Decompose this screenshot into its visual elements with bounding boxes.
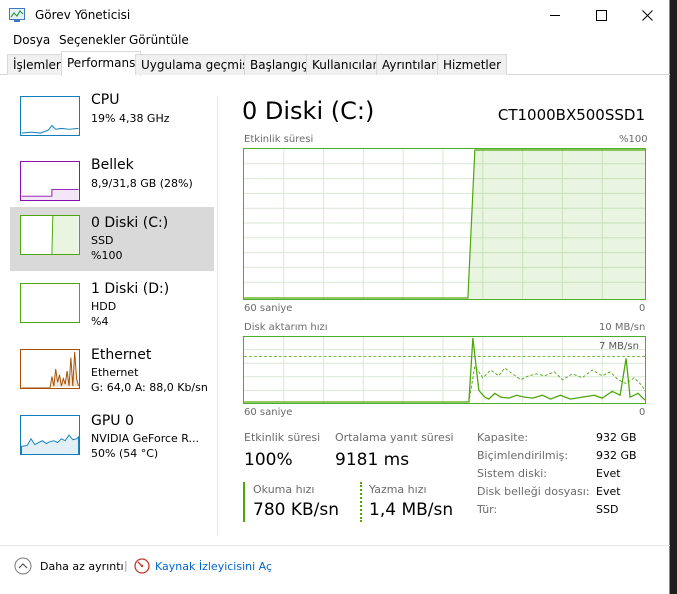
activity-time-label: Etkinlik süresi xyxy=(244,431,321,444)
chevron-up-icon[interactable] xyxy=(14,557,32,575)
fewer-details-link[interactable]: Daha az ayrıntı xyxy=(40,560,124,573)
disk-d-thumbnail-graph xyxy=(20,283,80,323)
resource-sidebar: CPU 19% 4,38 GHz Bellek 8,9/31,8 GB (28%… xyxy=(0,76,220,536)
sidebar-item-detail: HDD xyxy=(91,300,117,313)
activity-graph-x-left: 60 saniye xyxy=(244,303,293,314)
disk-c-thumbnail-graph xyxy=(20,215,80,255)
sidebar-item-label: CPU xyxy=(91,92,120,108)
read-rate-value: 780 KB/sn xyxy=(253,500,340,520)
sidebar-item-label: Bellek xyxy=(91,157,134,173)
window-title: Görev Yöneticisi xyxy=(35,8,131,22)
sidebar-item-usage: %100 xyxy=(91,249,123,262)
system-disk-value: Evet xyxy=(596,467,621,480)
write-rate-value: 1,4 MB/sn xyxy=(369,500,454,520)
menu-goruntule[interactable]: Görüntüle xyxy=(129,33,189,47)
tab-islemler[interactable]: İşlemler xyxy=(7,54,67,75)
sidebar-item-ethernet[interactable]: Ethernet Ethernet G: 64,0 A: 88,0 Kb/sn xyxy=(10,347,214,411)
maximize-icon xyxy=(595,9,607,21)
sidebar-item-usage: %4 xyxy=(91,315,109,328)
menu-bar: Dosya Seçenekler Görüntüle xyxy=(0,30,670,50)
sidebar-item-label: GPU 0 xyxy=(91,413,134,429)
sidebar-item-disk-d[interactable]: 1 Diski (D:) HDD %4 xyxy=(10,281,214,345)
tab-bar: İşlemler Performans Uygulama geçmişi Baş… xyxy=(0,51,670,76)
footer-separator: | xyxy=(124,559,128,572)
cpu-thumbnail-graph xyxy=(20,96,80,136)
gpu-thumbnail-graph xyxy=(20,415,80,455)
tab-uygulama-gecmisi[interactable]: Uygulama geçmişi xyxy=(135,54,258,75)
page-title: 0 Diski (C:) xyxy=(242,97,375,125)
response-time-label: Ortalama yanıt süresi xyxy=(335,431,454,444)
menu-dosya[interactable]: Dosya xyxy=(13,33,50,47)
open-resource-monitor-link[interactable]: Kaynak İzleyicisini Aç xyxy=(155,560,272,573)
sidebar-item-label: 0 Diski (C:) xyxy=(91,215,169,231)
sidebar-item-detail: NVIDIA GeForce R... xyxy=(91,432,200,445)
tab-baslangic[interactable]: Başlangıç xyxy=(244,54,314,75)
sidebar-item-detail: 8,9/31,8 GB (28%) xyxy=(91,177,193,190)
resource-monitor-icon[interactable] xyxy=(134,558,150,574)
type-label: Tür: xyxy=(477,503,498,516)
tab-ayrintilar[interactable]: Ayrıntılar xyxy=(376,54,443,75)
read-rate-legend xyxy=(243,482,245,522)
maximize-button[interactable] xyxy=(578,0,624,30)
activity-graph-x-right: 0 xyxy=(639,303,646,314)
sidebar-item-detail: Ethernet xyxy=(91,366,139,379)
ethernet-thumbnail-graph xyxy=(20,349,80,389)
tab-hizmetler[interactable]: Hizmetler xyxy=(437,54,508,75)
minimize-icon xyxy=(549,14,560,16)
read-rate-label: Okuma hızı xyxy=(253,483,315,496)
formatted-label: Biçimlendirilmiş: xyxy=(477,449,569,462)
write-rate-legend xyxy=(360,482,362,522)
minimize-button[interactable] xyxy=(532,0,578,30)
activity-graph-label: Etkinlik süresi xyxy=(244,134,314,145)
task-manager-window: Görev Yöneticisi Dosya Seçenekler Görünt… xyxy=(0,0,670,594)
close-button[interactable] xyxy=(624,0,670,30)
page-file-label: Disk belleği dosyası: xyxy=(477,485,590,498)
footer: Daha az ayrıntı | Kaynak İzleyicisini Aç xyxy=(0,550,670,584)
formatted-value: 932 GB xyxy=(596,449,637,462)
tab-performans[interactable]: Performans xyxy=(61,51,142,76)
page-file-value: Evet xyxy=(596,485,621,498)
transfer-graph-x-right: 0 xyxy=(639,407,646,418)
system-disk-label: Sistem diski: xyxy=(477,467,547,480)
transfer-graph-label: Disk aktarım hızı xyxy=(244,322,328,333)
transfer-graph-x-left: 60 saniye xyxy=(244,407,293,418)
close-icon xyxy=(641,9,653,21)
memory-thumbnail-graph xyxy=(20,161,80,201)
capacity-value: 932 GB xyxy=(596,431,637,444)
sidebar-item-cpu[interactable]: CPU 19% 4,38 GHz xyxy=(10,92,214,156)
write-rate-label: Yazma hızı xyxy=(369,483,427,496)
activity-time-value: 100% xyxy=(244,450,293,470)
sidebar-item-detail: SSD xyxy=(91,234,114,247)
type-value: SSD xyxy=(596,503,619,516)
transfer-rate-graph xyxy=(243,336,646,404)
sidebar-divider xyxy=(217,96,218,536)
title-bar[interactable]: Görev Yöneticisi xyxy=(0,0,670,30)
menu-secenekler[interactable]: Seçenekler xyxy=(59,33,126,47)
activity-graph-max: %100 xyxy=(619,134,648,145)
sidebar-item-label: 1 Diski (D:) xyxy=(91,281,170,297)
sidebar-item-usage: 50% (54 °C) xyxy=(91,447,159,460)
disk-model: CT1000BX500SSD1 xyxy=(497,106,645,124)
sidebar-item-usage: G: 64,0 A: 88,0 Kb/sn xyxy=(91,381,208,394)
sidebar-item-gpu[interactable]: GPU 0 NVIDIA GeForce R... 50% (54 °C) xyxy=(10,413,214,477)
task-manager-icon xyxy=(9,8,25,22)
footer-divider xyxy=(0,545,670,546)
sidebar-item-label: Ethernet xyxy=(91,347,152,363)
sidebar-item-disk-c[interactable]: 0 Diski (C:) SSD %100 xyxy=(10,207,214,271)
transfer-graph-max: 10 MB/sn xyxy=(599,322,646,333)
transfer-graph-inner-label: 7 MB/sn xyxy=(599,341,639,352)
sidebar-item-detail: 19% 4,38 GHz xyxy=(91,112,170,125)
response-time-value: 9181 ms xyxy=(335,450,410,470)
tab-kullanicilar[interactable]: Kullanıcılar xyxy=(306,54,384,75)
capacity-label: Kapasite: xyxy=(477,431,529,444)
activity-time-graph xyxy=(243,148,646,300)
